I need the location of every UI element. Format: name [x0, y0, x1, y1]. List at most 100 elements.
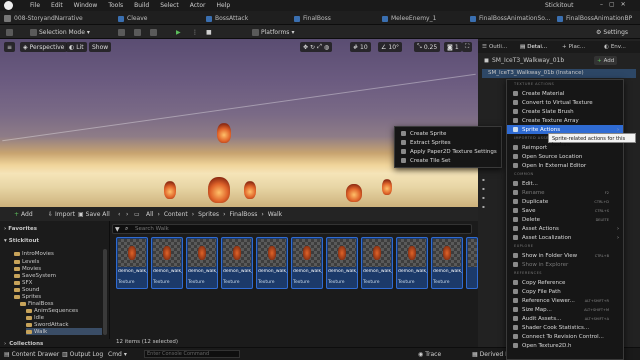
unreal-logo-icon[interactable]: [4, 1, 13, 10]
save-all-button[interactable]: ▣ Save All: [78, 209, 110, 219]
camera-speed[interactable]: ◙ 1: [444, 42, 462, 52]
open-texture2d-item[interactable]: Open Texture2D.h: [507, 341, 623, 350]
apply-paper2d-item[interactable]: Apply Paper2D Texture Settings: [395, 147, 501, 156]
tab-meleeenemy[interactable]: MeleeEnemy_1: [382, 13, 436, 24]
rename-item[interactable]: Rename F2: [507, 188, 623, 197]
transform-tools[interactable]: ✥ ↻ ⤢ ◍: [300, 42, 333, 52]
derived-data-button[interactable]: ▦ Derived D: [472, 349, 510, 359]
create-sprite-item[interactable]: Create Sprite: [395, 129, 501, 138]
favorites-header[interactable]: › Favorites: [4, 225, 37, 232]
tree-item-swordattack[interactable]: SwordAttack: [26, 321, 69, 328]
create-texture-array-item[interactable]: Create Texture Array: [507, 116, 623, 125]
asset-localization-item[interactable]: Asset Localization ›: [507, 233, 623, 242]
reference-viewer-item[interactable]: Reference Viewer... ALT+SHIFT+R: [507, 296, 623, 305]
back-button[interactable]: ‹: [118, 209, 120, 219]
save-button[interactable]: [6, 27, 13, 37]
tree-item-movies[interactable]: Movies: [14, 265, 41, 272]
menu-actor[interactable]: Actor: [190, 2, 206, 9]
tab-env[interactable]: ◐ Env...: [604, 42, 626, 52]
show-folder-view-item[interactable]: Show in Folder View CTRL+B: [507, 251, 623, 260]
add-button[interactable]: + Add: [14, 209, 33, 219]
shader-cook-stats-item[interactable]: Shader Cook Statistics...: [507, 323, 623, 332]
tab-details[interactable]: ▤ Detai...: [520, 42, 547, 52]
tree-item-sfx[interactable]: SFX: [14, 279, 32, 286]
lit-button[interactable]: ◐ Lit: [66, 42, 87, 52]
open-source-location-item[interactable]: Open Source Location: [507, 152, 623, 161]
settings-button[interactable]: ⚙ Settings: [596, 27, 628, 37]
content-drawer-button[interactable]: ▤ Content Drawer: [4, 349, 59, 359]
copy-file-path-item[interactable]: Copy File Path: [507, 287, 623, 296]
play-options-button[interactable]: ⋮: [192, 27, 198, 37]
crumb-finalboss[interactable]: FinalBoss: [229, 211, 257, 218]
window-controls[interactable]: –▢✕: [600, 1, 632, 8]
asset-tile[interactable]: demon_walk_10 Texture: [431, 237, 463, 289]
stop-button[interactable]: ■: [206, 27, 212, 37]
asset-tile[interactable]: demon_walk_8 Texture: [361, 237, 393, 289]
create-slate-brush-item[interactable]: Create Slate Brush: [507, 107, 623, 116]
filter-icon[interactable]: ▼: [115, 226, 120, 233]
import-button[interactable]: ⇩ Import: [48, 209, 75, 219]
play-button[interactable]: ▶: [176, 27, 181, 37]
search-input[interactable]: Search Walk: [135, 226, 169, 232]
audit-assets-item[interactable]: Audit Assets... ALT+SHIFT+A: [507, 314, 623, 323]
tree-item-levels[interactable]: Levels: [14, 258, 39, 265]
save-item[interactable]: Save CTRL+S: [507, 206, 623, 215]
forward-button[interactable]: ›: [126, 209, 128, 219]
snap-grid[interactable]: #10: [350, 42, 371, 52]
show-button[interactable]: Show: [89, 42, 112, 52]
create-tile-set-item[interactable]: Create Tile Set: [395, 156, 501, 165]
menu-file[interactable]: File: [30, 2, 40, 9]
asset-tile[interactable]: demon_walk_7 Texture: [326, 237, 358, 289]
tree-item-sound[interactable]: Sound: [14, 286, 39, 293]
asset-tile[interactable]: demon_walk_1 Texture: [116, 237, 148, 289]
menu-build[interactable]: Build: [134, 2, 149, 9]
tree-item-finalboss[interactable]: FinalBoss: [20, 300, 54, 307]
tree-item-sprites[interactable]: Sprites: [14, 293, 41, 300]
console-input[interactable]: Enter Console Command: [144, 350, 240, 358]
convert-virtual-texture-item[interactable]: Convert to Virtual Texture: [507, 98, 623, 107]
tree-item-idle[interactable]: Idle: [26, 314, 44, 321]
copy-reference-item[interactable]: Copy Reference: [507, 278, 623, 287]
create-material-item[interactable]: Create Material: [507, 89, 623, 98]
level-viewport[interactable]: [0, 39, 478, 207]
tab-finalboss-sound[interactable]: FinalBossAnimationSo...: [470, 13, 551, 24]
tab-finalboss[interactable]: FinalBoss: [294, 13, 331, 24]
menu-edit[interactable]: Edit: [51, 2, 63, 9]
cmd-dropdown[interactable]: Cmd ▾: [108, 349, 127, 359]
tab-bossattack[interactable]: BossAttack: [206, 13, 248, 24]
delete-item[interactable]: Delete DELETE: [507, 215, 623, 224]
menu-window[interactable]: Window: [74, 2, 98, 9]
menu-help[interactable]: Help: [217, 2, 231, 9]
open-external-editor-item[interactable]: Open In External Editor: [507, 161, 623, 170]
tab-finalboss-bp[interactable]: FinalBossAnimationBP: [557, 13, 632, 24]
crumb-all[interactable]: All: [146, 211, 153, 218]
output-log-button[interactable]: ▥ Output Log: [62, 349, 103, 359]
folder-button[interactable]: ▭: [134, 209, 140, 219]
component-row[interactable]: SM_IceT3_Walkway_01b (Instance): [482, 69, 636, 78]
extract-sprites-item[interactable]: Extract Sprites: [395, 138, 501, 147]
platforms-dropdown[interactable]: Platforms ▾: [252, 27, 294, 37]
tab-place[interactable]: + Plac...: [562, 42, 585, 52]
tree-item-animsequences[interactable]: AnimSequences: [26, 307, 78, 314]
search-box[interactable]: ▼ ⌕ Search Walk: [112, 224, 472, 234]
root-header[interactable]: ▾ Stickitout: [4, 237, 39, 244]
menu-tools[interactable]: Tools: [108, 2, 123, 9]
asset-tile[interactable]: [466, 237, 478, 289]
crumb-sprites[interactable]: Sprites: [198, 211, 219, 218]
maximize-viewport[interactable]: ⛶: [462, 42, 473, 52]
blueprints-button[interactable]: [134, 27, 141, 37]
add-component-button[interactable]: + Add: [594, 56, 618, 65]
tab-project[interactable]: 008-StoryandNarrative: [4, 13, 83, 24]
asset-tile[interactable]: demon_walk_5 Texture: [256, 237, 288, 289]
asset-tile[interactable]: demon_walk_2 Texture: [151, 237, 183, 289]
edit-item[interactable]: Edit...: [507, 179, 623, 188]
crumb-content[interactable]: Content: [164, 211, 188, 218]
trace-button[interactable]: ◉ Trace: [418, 349, 441, 359]
tree-item-intromovies[interactable]: IntroMovies: [14, 250, 54, 257]
connect-revision-control-item[interactable]: Connect To Revision Control...: [507, 332, 623, 341]
rotation-snap[interactable]: ∠ 10°: [378, 42, 403, 52]
cinematics-button[interactable]: [150, 27, 157, 37]
asset-actions-item[interactable]: Asset Actions ›: [507, 224, 623, 233]
size-map-item[interactable]: Size Map... ALT+SHIFT+M: [507, 305, 623, 314]
show-explorer-item[interactable]: Show in Explorer: [507, 260, 623, 269]
